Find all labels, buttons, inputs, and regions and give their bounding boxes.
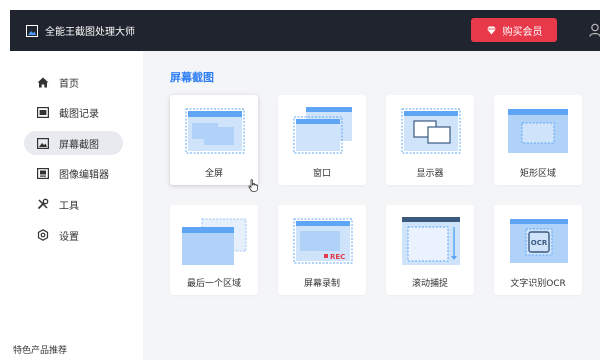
ocr-icon: OCR	[510, 219, 568, 263]
sidebar-item-label: 图像编辑器	[59, 169, 109, 181]
screenshot-icon	[37, 137, 49, 149]
sidebar-item-history[interactable]: 截图记录	[24, 100, 123, 124]
card-label: 矩形区域	[519, 169, 556, 179]
capture-last-region-card[interactable]: 最后一个区域	[170, 205, 258, 295]
card-label: 屏幕录制	[303, 279, 340, 289]
sidebar-item-label: 首页	[59, 78, 79, 90]
window-icon	[293, 107, 352, 154]
app-title: 全能王截图处理大师	[45, 27, 135, 38]
screen-record-card[interactable]: REC 屏幕录制	[278, 205, 366, 295]
buy-vip-label: 购买会员	[502, 26, 543, 38]
sidebar: 首页 截图记录 屏幕截图 图像编辑器 工具 设置 特色产品推荐	[10, 51, 143, 360]
capture-monitor-card[interactable]: 显示器	[386, 95, 474, 185]
capture-fullscreen-card[interactable]: 全屏	[170, 95, 258, 185]
diamond-icon	[486, 26, 496, 34]
fullscreen-icon	[185, 108, 245, 154]
app-logo-icon	[26, 24, 38, 37]
screen-record-icon: REC	[293, 218, 353, 264]
card-label: 窗口	[312, 169, 331, 179]
scroll-capture-icon	[402, 217, 460, 265]
image-editor-icon	[37, 167, 49, 179]
capture-window-card[interactable]: 窗口	[278, 95, 366, 185]
capture-rect-region-card[interactable]: 矩形区域	[494, 95, 582, 185]
rec-badge: REC	[330, 253, 345, 261]
sidebar-item-label: 屏幕截图	[59, 139, 99, 151]
card-label: 显示器	[416, 169, 444, 179]
rect-region-icon	[508, 109, 568, 153]
last-region-icon	[182, 218, 247, 265]
history-icon	[37, 106, 49, 118]
app-window: 全能王截图处理大师 购买会员 首页 截图记录 屏幕截图 图像编辑器 工具 设置 …	[0, 0, 600, 360]
sidebar-item-screenshot[interactable]: 屏幕截图	[24, 131, 123, 155]
sidebar-item-image-editor[interactable]: 图像编辑器	[24, 161, 123, 185]
main-panel: 屏幕截图 全屏 窗口 显示器 矩形区域 最后一个区域 REC 屏幕录制 滚动捕捉…	[143, 51, 600, 360]
card-label: 文字识别OCR	[510, 279, 566, 289]
sidebar-item-tools[interactable]: 工具	[24, 192, 123, 216]
sidebar-item-settings[interactable]: 设置	[24, 223, 123, 247]
hand-cursor-icon	[248, 179, 258, 192]
card-label: 全屏	[204, 169, 223, 179]
gear-icon	[37, 229, 49, 241]
ocr-card[interactable]: OCR 文字识别OCR	[494, 205, 582, 295]
sidebar-item-label: 截图记录	[59, 108, 99, 120]
buy-vip-button[interactable]: 购买会员	[471, 18, 557, 42]
home-icon	[37, 77, 49, 87]
card-label: 滚动捕捉	[411, 279, 448, 289]
monitor-icon	[401, 108, 461, 154]
sidebar-item-label: 设置	[59, 231, 79, 243]
tools-icon	[37, 198, 49, 210]
scroll-capture-card[interactable]: 滚动捕捉	[386, 205, 474, 295]
ocr-badge: OCR	[531, 239, 548, 247]
title-bar: 全能王截图处理大师 购买会员	[10, 10, 600, 51]
sidebar-item-home[interactable]: 首页	[24, 70, 123, 94]
user-icon[interactable]	[589, 23, 600, 37]
featured-products-label[interactable]: 特色产品推荐	[13, 343, 67, 356]
card-label: 最后一个区域	[186, 279, 241, 289]
sidebar-item-label: 工具	[59, 200, 79, 212]
section-title: 屏幕截图	[170, 71, 214, 84]
